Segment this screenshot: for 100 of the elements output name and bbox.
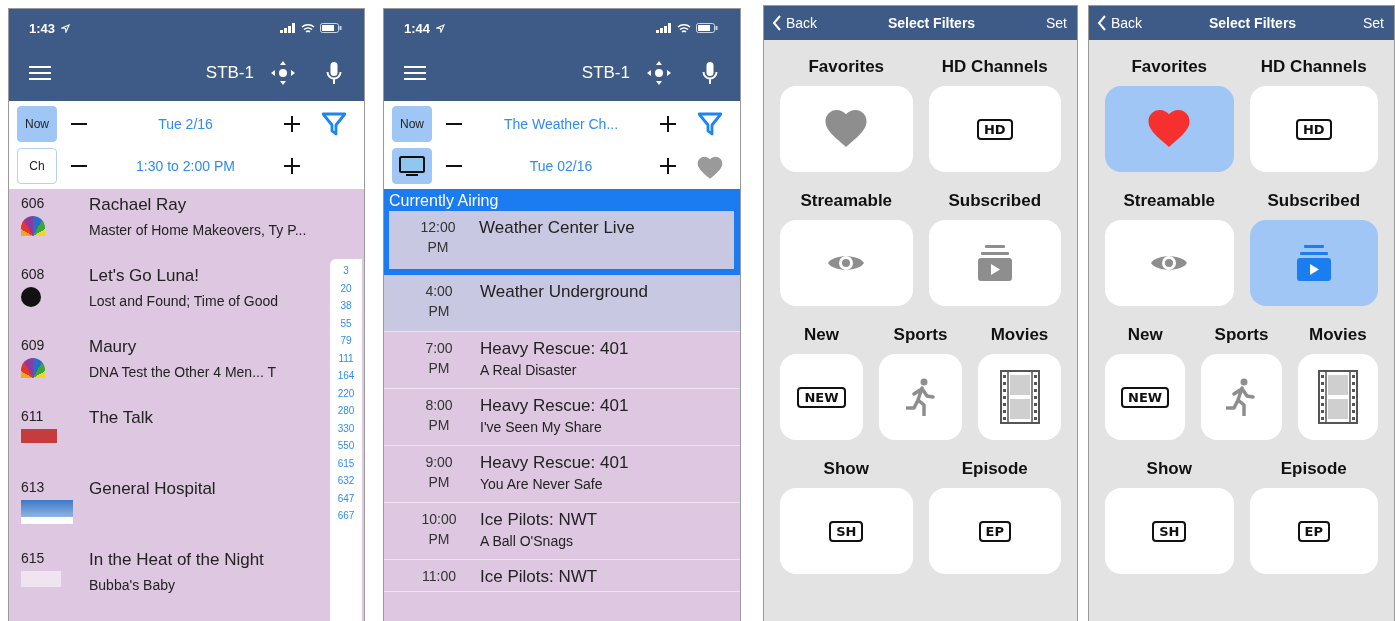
back-button[interactable]: Back	[1097, 15, 1143, 31]
filter-toggle[interactable]	[1297, 354, 1378, 440]
index-number[interactable]: 55	[340, 317, 352, 330]
filter-toggle[interactable]: NEW	[1105, 354, 1186, 440]
episode-title: I've Seen My Share	[480, 418, 603, 437]
start-time: 11:00	[422, 567, 456, 586]
location-arrow-icon	[436, 23, 446, 33]
channel-logo	[21, 429, 57, 443]
index-number[interactable]: 330	[337, 422, 355, 435]
dpad-icon[interactable]	[270, 60, 296, 86]
filter-icon[interactable]	[322, 112, 346, 136]
channel-number: 609	[21, 337, 46, 353]
index-number[interactable]: 111	[338, 352, 354, 365]
date-selector[interactable]: Tue 02/16	[529, 158, 593, 174]
battery-icon	[696, 23, 718, 33]
program-title: Weather Center Live	[479, 217, 635, 239]
filter-label: Movies	[990, 324, 1049, 346]
video-stack-icon	[976, 244, 1013, 282]
plus-icon[interactable]	[659, 157, 677, 175]
filter-icon[interactable]	[698, 112, 722, 136]
episode-title: Lost and Found; Time of Good	[89, 293, 279, 309]
filter-label: HD Channels	[941, 56, 1048, 78]
plus-icon[interactable]	[659, 115, 677, 133]
time-period: PM	[428, 416, 450, 435]
show-title[interactable]: Maury	[89, 337, 276, 357]
plus-icon[interactable]	[283, 115, 301, 133]
start-time: 7:00	[425, 339, 453, 358]
start-time: 12:00	[420, 218, 456, 237]
menu-icon[interactable]	[29, 65, 51, 81]
filter-toggle[interactable]	[1105, 220, 1234, 306]
channel-number: 606	[21, 195, 46, 211]
menu-icon[interactable]	[404, 65, 426, 81]
index-number[interactable]: 3	[343, 265, 349, 277]
filter-toggle[interactable]: EP	[1249, 488, 1378, 574]
channel-logo	[21, 500, 73, 524]
filter-label: Subscribed	[1267, 190, 1361, 212]
microphone-icon[interactable]	[702, 61, 718, 85]
video-stack-icon	[1295, 244, 1332, 282]
filter-toggle[interactable]	[780, 220, 913, 306]
set-button[interactable]: Set	[1362, 15, 1384, 31]
channel-button[interactable]: Ch	[17, 148, 57, 184]
index-number[interactable]: 38	[340, 300, 352, 312]
time-range-selector[interactable]: 1:30 to 2:00 PM	[136, 158, 235, 174]
program-title: Heavy Rescue: 401	[480, 338, 629, 360]
channel-selector[interactable]: The Weather Ch...	[503, 116, 619, 132]
filter-toggle[interactable]	[978, 354, 1061, 440]
filter-toggle[interactable]: HD	[1249, 86, 1378, 172]
set-button[interactable]: Set	[1045, 15, 1067, 31]
filter-toggle[interactable]	[879, 354, 962, 440]
show-title[interactable]: Rachael Ray	[89, 195, 307, 215]
dpad-icon[interactable]	[646, 60, 672, 86]
start-time: 4:00	[425, 282, 453, 301]
film-strip-icon	[1317, 370, 1358, 424]
episode-title: A Real Disaster	[480, 361, 578, 380]
channel-logo	[21, 571, 61, 587]
show-title[interactable]: In the Heat of the Night	[89, 550, 264, 570]
program-title: Heavy Rescue: 401	[480, 395, 629, 417]
back-button[interactable]: Back	[772, 15, 818, 31]
heart-icon	[1148, 110, 1191, 148]
device-name[interactable]: STB-1	[581, 63, 630, 83]
filter-toggle[interactable]	[780, 86, 913, 172]
index-number[interactable]: 220	[337, 387, 355, 400]
filter-toggle[interactable]: NEW	[780, 354, 863, 440]
index-number[interactable]: 667	[337, 510, 355, 522]
filter-toggle[interactable]	[1249, 220, 1378, 306]
time-period: PM	[428, 530, 450, 549]
show-title[interactable]: The Talk	[89, 408, 153, 428]
filter-label: Favorites	[808, 56, 885, 78]
start-time: 9:00	[425, 453, 453, 472]
program-row[interactable]: 4:00 PM Weather Underground	[384, 275, 740, 332]
filter-toggle[interactable]: EP	[928, 488, 1061, 574]
filter-toggle[interactable]	[1201, 354, 1282, 440]
filter-toggle[interactable]: SH	[1105, 488, 1234, 574]
filter-label: HD Channels	[1260, 56, 1367, 78]
status-time: 1:44	[404, 20, 431, 36]
program-title: Heavy Rescue: 401	[480, 452, 629, 474]
filter-label: Sports	[893, 324, 948, 346]
filter-toggle[interactable]: HD	[928, 86, 1061, 172]
show-title[interactable]: Let's Go Luna!	[89, 266, 279, 286]
index-number[interactable]: 615	[337, 457, 355, 470]
filter-toggle[interactable]: SH	[780, 488, 913, 574]
index-number[interactable]: 632	[337, 475, 355, 487]
index-number[interactable]: 79	[340, 335, 352, 347]
tv-button[interactable]	[392, 148, 432, 184]
index-number[interactable]: 280	[337, 405, 355, 417]
index-number[interactable]: 20	[340, 282, 352, 295]
microphone-icon[interactable]	[326, 61, 342, 85]
time-period: PM	[428, 473, 450, 492]
now-button[interactable]: Now	[392, 106, 432, 142]
tv-icon	[399, 156, 425, 176]
filter-toggle[interactable]	[1105, 86, 1234, 172]
film-strip-icon	[999, 370, 1040, 424]
filter-toggle[interactable]	[928, 220, 1061, 306]
plus-icon[interactable]	[283, 157, 301, 175]
runner-icon	[1226, 378, 1257, 416]
now-button[interactable]: Now	[17, 106, 57, 142]
show-title[interactable]: General Hospital	[89, 479, 216, 499]
index-number[interactable]: 550	[337, 440, 355, 452]
device-name[interactable]: STB-1	[205, 63, 254, 83]
program-row[interactable]: 12:00 PM Weather Center Live	[389, 211, 734, 269]
